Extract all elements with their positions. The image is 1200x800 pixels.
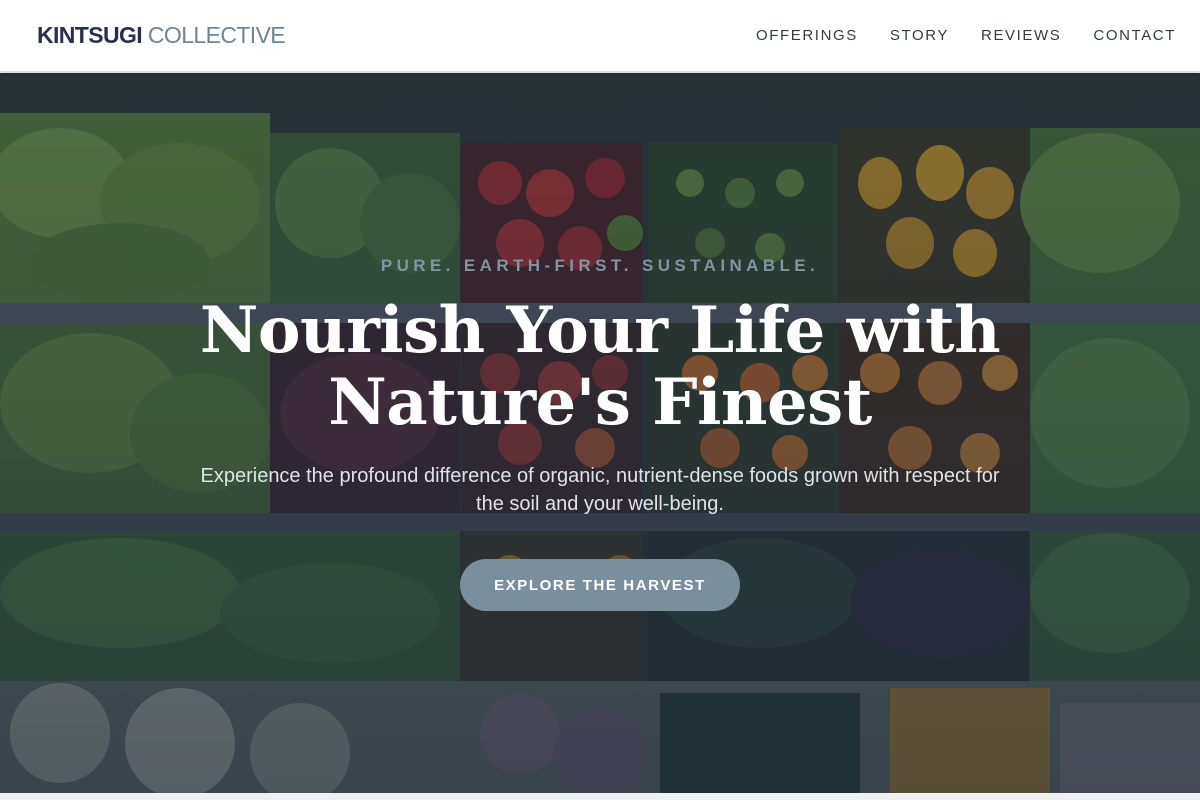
explore-harvest-button[interactable]: EXPLORE THE HARVEST [460, 559, 740, 611]
hero-content: PURE. EARTH-FIRST. SUSTAINABLE. Nourish … [0, 73, 1200, 793]
nav-link-reviews[interactable]: REVIEWS [981, 27, 1061, 44]
brand-name-primary: KINTSUGI [37, 22, 143, 48]
nav-link-offerings[interactable]: OFFERINGS [756, 27, 858, 44]
main-nav: OFFERINGS STORY REVIEWS CONTACT [756, 27, 1176, 44]
brand-logo[interactable]: KINTSUGI COLLECTIVE [37, 22, 286, 49]
nav-link-contact[interactable]: CONTACT [1093, 27, 1176, 44]
hero-headline: Nourish Your Life with Nature's Finest [150, 295, 1050, 439]
hero-headline-line-1: Nourish Your Life with [199, 293, 1001, 368]
hero-description: Experience the profound difference of or… [200, 465, 1000, 515]
nav-link-story[interactable]: STORY [890, 27, 949, 44]
hero-section: PURE. EARTH-FIRST. SUSTAINABLE. Nourish … [0, 73, 1200, 793]
hero-headline-line-2: Nature's Finest [328, 365, 872, 440]
hero-tagline: PURE. EARTH-FIRST. SUSTAINABLE. [380, 256, 820, 275]
site-header: KINTSUGI COLLECTIVE OFFERINGS STORY REVI… [0, 0, 1200, 72]
brand-name-secondary: COLLECTIVE [147, 22, 286, 48]
